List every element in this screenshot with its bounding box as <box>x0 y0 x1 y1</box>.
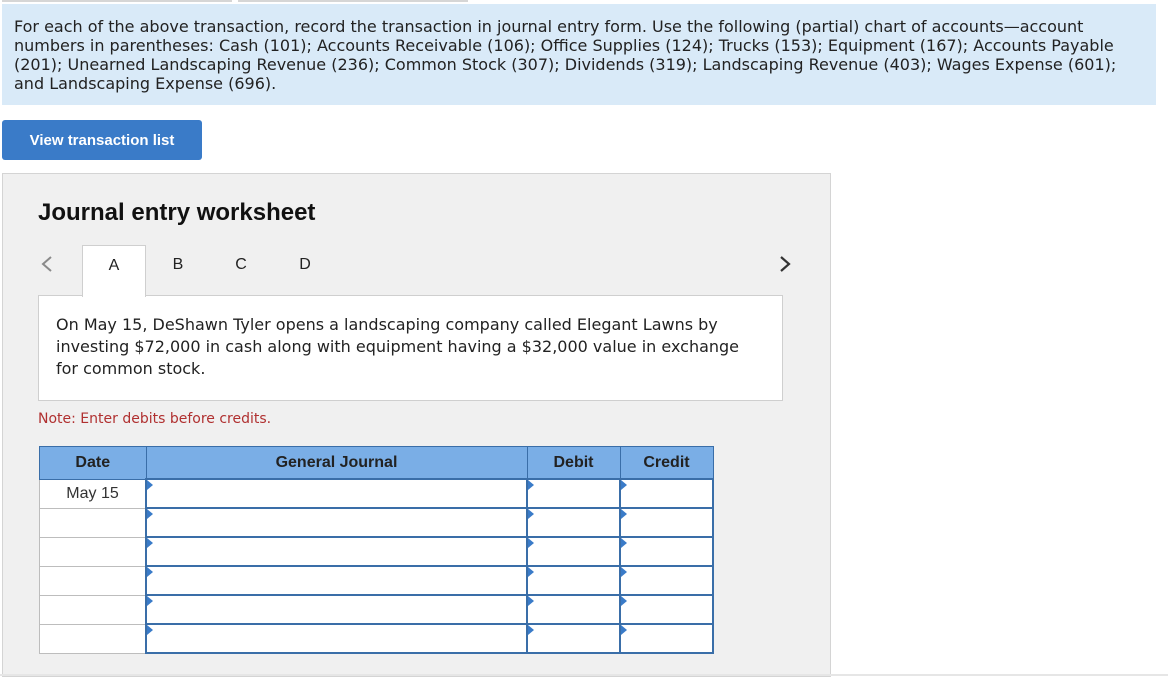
tab-d[interactable]: D <box>290 245 320 297</box>
debit-input[interactable] <box>526 565 621 596</box>
tab-a[interactable]: A <box>82 245 146 297</box>
date-cell <box>39 594 147 625</box>
credit-header: Credit <box>619 446 714 480</box>
debit-input[interactable] <box>526 623 621 654</box>
credit-input[interactable] <box>619 594 714 625</box>
credit-input[interactable] <box>619 536 714 567</box>
date-cell <box>39 623 147 654</box>
tab-c[interactable]: C <box>226 245 256 297</box>
date-cell <box>39 507 147 538</box>
instructions-text: For each of the above transaction, recor… <box>2 4 1156 105</box>
debit-input[interactable] <box>526 536 621 567</box>
table-row <box>39 536 714 567</box>
table-row <box>39 623 714 654</box>
account-input[interactable] <box>145 478 528 509</box>
date-header: Date <box>39 446 147 480</box>
general-journal-table: Date General Journal Debit Credit May 15 <box>39 446 714 654</box>
transaction-description: On May 15, DeShawn Tyler opens a landsca… <box>38 295 783 401</box>
table-row <box>39 507 714 538</box>
bottom-divider <box>0 674 1168 676</box>
account-input[interactable] <box>145 507 528 538</box>
credit-input[interactable] <box>619 507 714 538</box>
date-cell <box>39 536 147 567</box>
worksheet-title: Journal entry worksheet <box>38 199 316 226</box>
view-transaction-list-button[interactable]: View transaction list <box>2 120 202 160</box>
chevron-right-icon[interactable] <box>777 252 797 276</box>
debit-input[interactable] <box>526 478 621 509</box>
journal-entry-worksheet-panel: Journal entry worksheet A B C D On May 1… <box>2 173 831 677</box>
debit-input[interactable] <box>526 594 621 625</box>
table-row: May 15 <box>39 478 714 509</box>
debit-input[interactable] <box>526 507 621 538</box>
tab-b[interactable]: B <box>163 245 193 297</box>
date-cell <box>39 565 147 596</box>
debit-header: Debit <box>526 446 621 480</box>
table-row <box>39 565 714 596</box>
credit-input[interactable] <box>619 623 714 654</box>
account-input[interactable] <box>145 594 528 625</box>
account-input[interactable] <box>145 565 528 596</box>
chevron-left-icon[interactable] <box>39 252 59 276</box>
date-cell: May 15 <box>39 478 147 509</box>
credit-input[interactable] <box>619 565 714 596</box>
debits-note: Note: Enter debits before credits. <box>38 411 272 427</box>
table-row <box>39 594 714 625</box>
account-input[interactable] <box>145 623 528 654</box>
account-input[interactable] <box>145 536 528 567</box>
credit-input[interactable] <box>619 478 714 509</box>
general-journal-header: General Journal <box>145 446 528 480</box>
